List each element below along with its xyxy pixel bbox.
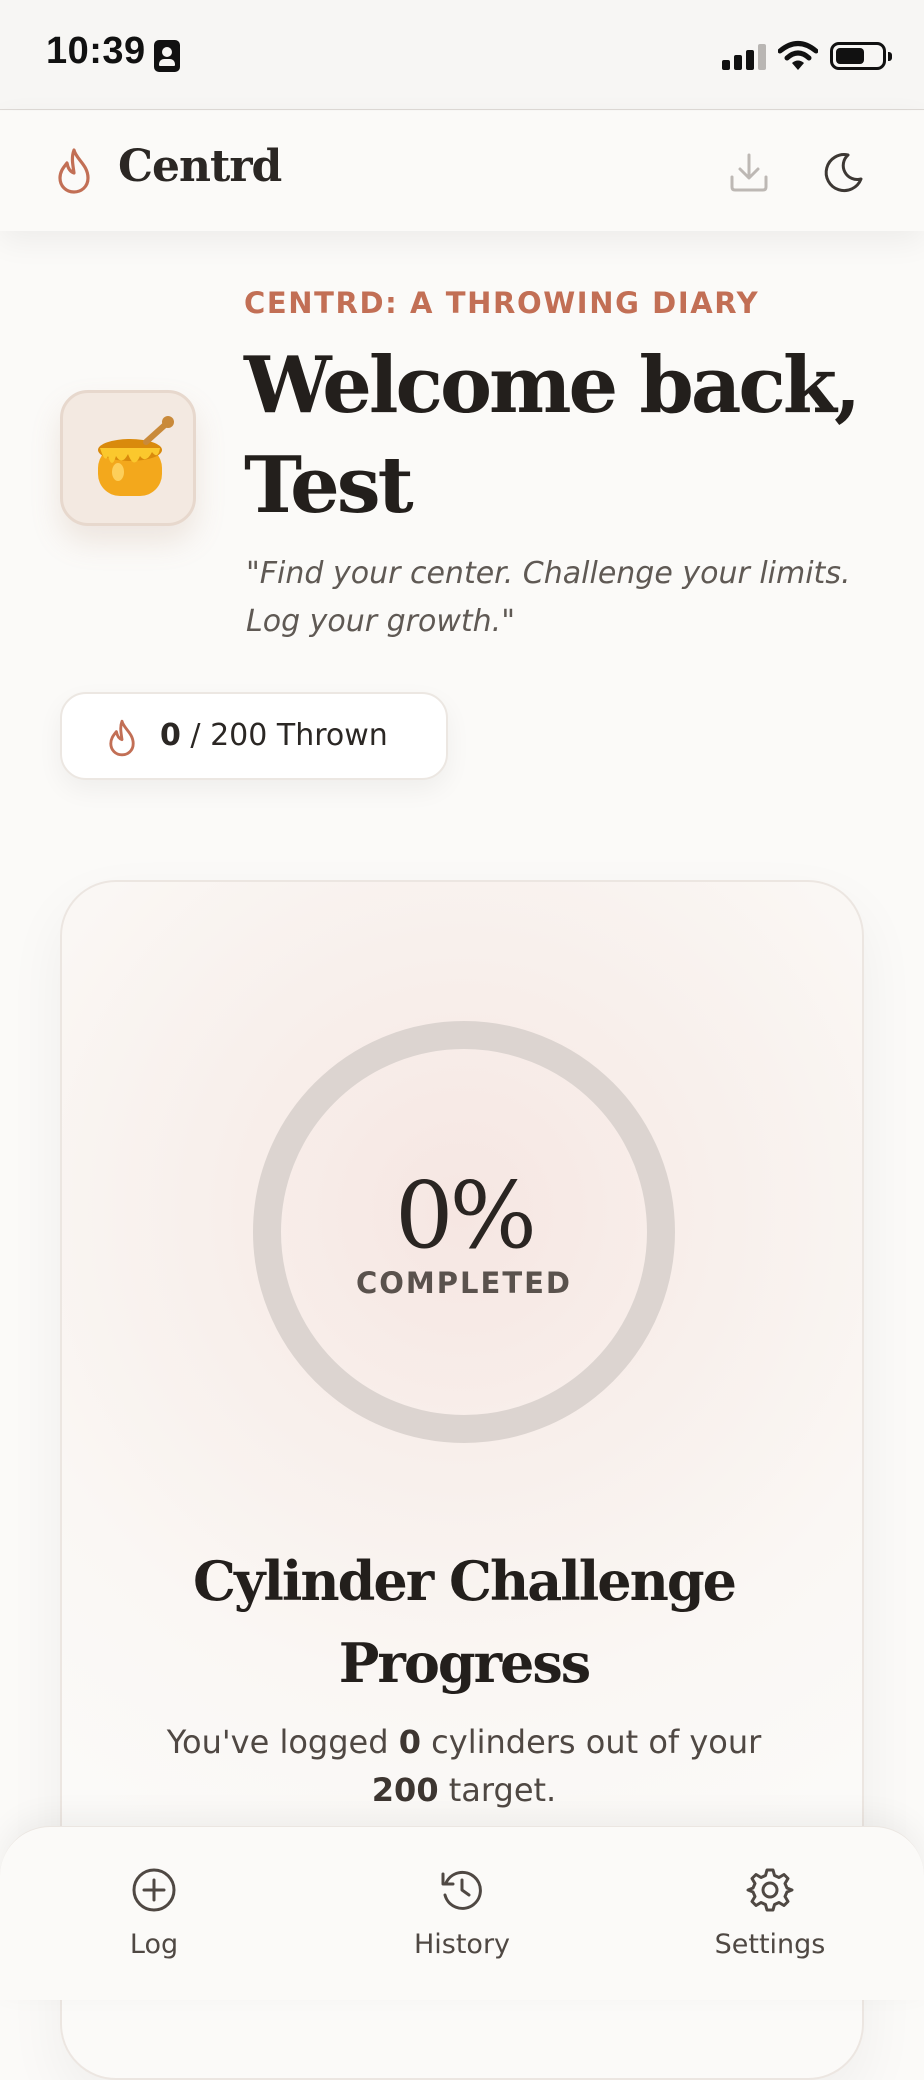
challenge-title: Cylinder Challenge Progress [193, 1549, 737, 1695]
wifi-icon [778, 41, 818, 70]
thrown-count: 0 [160, 718, 181, 753]
moon-icon [824, 153, 863, 193]
nav-history[interactable]: History [382, 1865, 542, 1975]
nav-log-label: Log [129, 1929, 179, 1960]
nav-history-label: History [413, 1929, 511, 1960]
plus-circle-icon [132, 1868, 176, 1912]
honey-pot-icon [98, 416, 174, 496]
avatar[interactable] [60, 390, 196, 526]
completed-label: COMPLETED [355, 1266, 572, 1300]
status-time: 10:39 [46, 30, 146, 72]
gear-icon [746, 1868, 794, 1912]
download-icon [730, 153, 768, 192]
flame-icon [58, 148, 90, 194]
nav-settings-label: Settings [714, 1929, 826, 1960]
bottom-nav: Log History Settings [0, 1826, 924, 2000]
progress-percent: 0% [395, 1162, 537, 1269]
tagline: "Find your center. Challenge your limits… [246, 556, 851, 639]
thrown-counter: 0 / 200 Thrown [60, 692, 448, 780]
nav-log[interactable]: Log [74, 1865, 234, 1975]
logged-count: 0 [398, 1723, 421, 1761]
nav-settings[interactable]: Settings [690, 1865, 850, 1975]
thrown-text: 0 / 200 Thrown [160, 718, 388, 753]
app-kicker: CENTRD: A THROWING DIARY [244, 286, 760, 320]
flame-icon [109, 719, 135, 757]
welcome-heading: Welcome back, Test [244, 340, 861, 531]
download-button[interactable] [724, 147, 774, 197]
cellular-signal-icon [722, 44, 768, 70]
target-count: 200 [371, 1771, 439, 1809]
history-icon [441, 1870, 482, 1910]
thrown-total: / 200 Thrown [190, 718, 388, 753]
brand-name: Centrd [118, 141, 282, 192]
battery-icon [830, 42, 892, 70]
app-header: Centrd [0, 111, 924, 231]
contact-card-icon [154, 40, 180, 72]
challenge-description: You've logged 0 cylinders out of your 20… [166, 1723, 762, 1809]
status-bar: 10:39 [0, 0, 924, 110]
theme-toggle-button[interactable] [818, 147, 868, 197]
